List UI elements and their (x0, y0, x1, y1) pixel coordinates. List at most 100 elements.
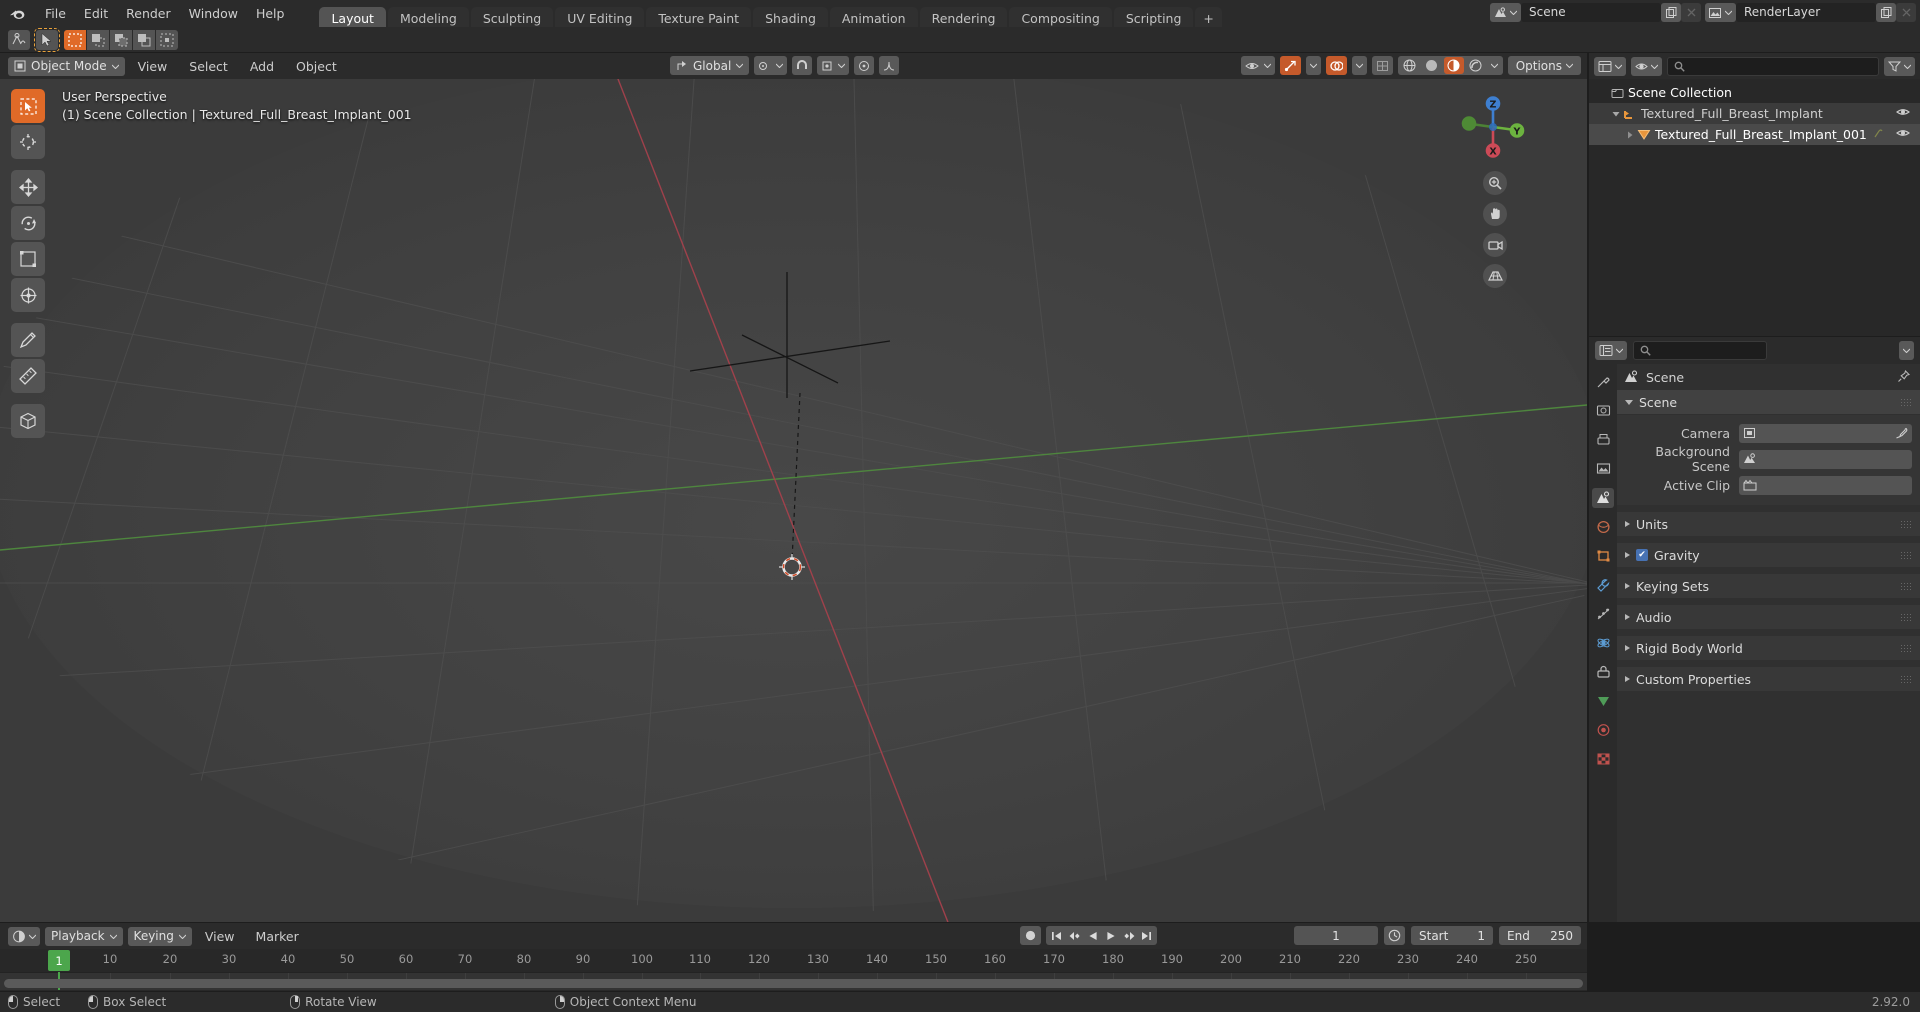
properties-tab-material[interactable] (1592, 720, 1614, 740)
shading-rendered-button[interactable] (1466, 57, 1486, 74)
select-subtract-button[interactable] (110, 29, 132, 50)
play-icon[interactable] (1102, 926, 1119, 945)
scene-unlink-button[interactable] (1681, 3, 1701, 22)
properties-tab-constraints[interactable] (1592, 662, 1614, 682)
properties-search-input[interactable] (1633, 341, 1767, 360)
viewlayer-new-button[interactable] (1876, 3, 1896, 22)
properties-tab-render[interactable] (1592, 401, 1614, 421)
active-clip-field[interactable] (1739, 475, 1912, 495)
use-preview-range-toggle[interactable] (1384, 926, 1405, 945)
editor-type-icon[interactable] (8, 29, 30, 50)
object-expand-arrow[interactable] (1609, 110, 1623, 118)
proportional-falloff-selector[interactable] (879, 56, 900, 75)
shading-settings-selector[interactable] (1488, 57, 1501, 74)
select-invert-button[interactable] (133, 29, 155, 50)
auto-keying-toggle[interactable] (1020, 926, 1041, 945)
menu-window[interactable]: Window (180, 3, 247, 24)
outliner-row-empty-object[interactable]: Textured_Full_Breast_Implant (1589, 103, 1920, 124)
properties-tab-object-data[interactable] (1592, 691, 1614, 711)
prev-keyframe-icon[interactable] (1066, 926, 1083, 945)
tool-transform-icon[interactable] (11, 278, 45, 312)
grid-perspective-icon[interactable] (1483, 264, 1507, 288)
shading-wireframe-button[interactable] (1400, 57, 1420, 74)
pivot-point-selector[interactable] (754, 56, 788, 75)
options-selector[interactable]: Options (1507, 56, 1581, 75)
gravity-checkbox[interactable]: ✔ (1636, 549, 1648, 561)
viewlayer-unlink-button[interactable] (1896, 3, 1916, 22)
zoom-icon[interactable] (1483, 171, 1507, 195)
properties-tab-scene[interactable] (1592, 488, 1614, 508)
blender-logo-icon[interactable] (6, 4, 28, 24)
camera-icon[interactable] (1483, 233, 1507, 257)
transform-orientation-selector[interactable]: Global (670, 56, 750, 75)
shading-material-button[interactable] (1443, 57, 1464, 74)
mode-selector[interactable]: Object Mode (8, 56, 125, 76)
navigation-gizmo[interactable]: Z Y X (1457, 91, 1529, 163)
viewport-menu-select[interactable]: Select (180, 57, 237, 76)
timeline-menu-view[interactable]: View (197, 927, 243, 946)
viewport-menu-add[interactable]: Add (241, 57, 283, 76)
renderlayer-icon[interactable] (1705, 3, 1736, 22)
panel-header-rigid-body-world[interactable]: Rigid Body World (1617, 636, 1920, 660)
camera-field[interactable] (1739, 423, 1912, 443)
timeline-menu-playback[interactable]: Playback (45, 926, 123, 946)
xray-toggle[interactable] (1371, 56, 1393, 75)
properties-tab-physics[interactable] (1592, 633, 1614, 653)
properties-tab-output[interactable] (1592, 430, 1614, 450)
tool-cursor-3d-icon[interactable] (11, 125, 45, 159)
panel-header-units[interactable]: Units (1617, 512, 1920, 536)
jump-end-icon[interactable] (1138, 926, 1155, 945)
panel-header-audio[interactable]: Audio (1617, 605, 1920, 629)
panel-header-custom-properties[interactable]: Custom Properties (1617, 667, 1920, 691)
overlays-settings-selector[interactable] (1351, 56, 1367, 75)
mesh-data-extra-icon[interactable] (1873, 128, 1884, 139)
tool-annotate-icon[interactable] (11, 323, 45, 357)
scene-icon[interactable] (1490, 3, 1521, 22)
mesh-expand-arrow[interactable] (1623, 131, 1637, 139)
menu-edit[interactable]: Edit (75, 3, 117, 24)
outliner-search-input[interactable] (1667, 56, 1879, 76)
select-intersect-button[interactable] (156, 29, 178, 50)
timeline-ruler[interactable]: 1 10 20 30 40 50 60 70 80 90 100 110 120… (0, 949, 1587, 972)
tool-scale-icon[interactable] (11, 242, 45, 276)
properties-tab-tool[interactable] (1592, 372, 1614, 392)
panel-header-gravity[interactable]: ✔ Gravity (1617, 543, 1920, 567)
tool-move-icon[interactable] (11, 170, 45, 204)
background-scene-field[interactable] (1739, 449, 1912, 469)
snap-magnet-toggle[interactable] (792, 56, 813, 75)
properties-tab-world[interactable] (1592, 517, 1614, 537)
select-set-button[interactable] (64, 29, 86, 50)
tool-add-cube-icon[interactable] (11, 404, 45, 438)
gizmo-settings-selector[interactable] (1305, 56, 1321, 75)
viewlayer-name-field[interactable]: RenderLayer (1736, 3, 1876, 22)
viewport-menu-object[interactable]: Object (287, 57, 346, 76)
panel-header-scene[interactable]: Scene (1617, 390, 1920, 414)
next-keyframe-icon[interactable] (1120, 926, 1137, 945)
scene-name-field[interactable]: Scene (1521, 3, 1661, 22)
menu-help[interactable]: Help (247, 3, 294, 24)
pin-icon[interactable] (1897, 370, 1910, 383)
panel-header-keying-sets[interactable]: Keying Sets (1617, 574, 1920, 598)
visibility-eye-icon[interactable] (1896, 106, 1910, 118)
properties-tab-particles[interactable] (1592, 604, 1614, 624)
gizmo-toggle[interactable] (1279, 56, 1301, 75)
timeline-menu-marker[interactable]: Marker (248, 927, 307, 946)
proportional-edit-toggle[interactable] (854, 56, 875, 75)
frame-start-field[interactable]: Start 1 (1411, 926, 1493, 945)
frame-end-field[interactable]: End 250 (1499, 926, 1581, 945)
menu-render[interactable]: Render (117, 3, 180, 24)
properties-options-button[interactable] (1899, 341, 1914, 360)
outliner-filter-button[interactable] (1884, 56, 1915, 76)
outliner-display-mode-button[interactable] (1631, 56, 1662, 76)
outliner-row-mesh-data[interactable]: Textured_Full_Breast_Implant_001 (1589, 124, 1920, 145)
tool-tweak-select-box[interactable] (34, 27, 60, 52)
timeline-editor-type-button[interactable] (8, 926, 40, 946)
tool-rotate-icon[interactable] (11, 206, 45, 240)
tool-select-box-icon[interactable] (11, 89, 45, 123)
current-frame-field[interactable]: 1 (1294, 926, 1378, 945)
tool-measure-icon[interactable] (11, 359, 45, 393)
playhead[interactable]: 1 (48, 950, 70, 971)
outliner-row-scene-collection[interactable]: Scene Collection (1589, 82, 1920, 103)
properties-tab-texture[interactable] (1592, 749, 1614, 769)
properties-editor-type-button[interactable] (1595, 341, 1627, 360)
